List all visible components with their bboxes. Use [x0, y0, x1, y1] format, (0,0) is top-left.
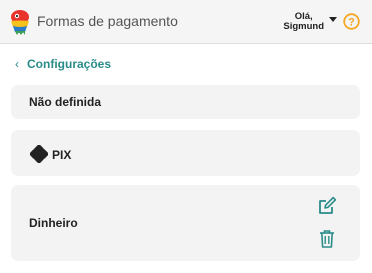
payment-method-label: Dinheiro	[29, 216, 78, 230]
payment-method-card[interactable]: Dinheiro	[11, 185, 360, 261]
question-circle-icon[interactable]: ?	[343, 13, 360, 30]
caret-down-icon[interactable]	[329, 17, 337, 23]
back-link-label: Configurações	[27, 57, 112, 71]
user-greeting[interactable]: Olá, Sigmund	[283, 12, 324, 32]
trash-icon[interactable]	[317, 229, 337, 249]
payment-method-card[interactable]: PIX	[11, 130, 360, 176]
back-link[interactable]: ‹ Configurações	[15, 57, 111, 71]
user-name: Sigmund	[283, 21, 324, 32]
page-title: Formas de pagamento	[37, 13, 178, 29]
top-bar: Formas de pagamento Olá, Sigmund ?	[0, 0, 372, 44]
payment-method-label: PIX	[52, 148, 72, 162]
app-logo-icon	[11, 10, 29, 35]
payment-method-card[interactable]: Não definida	[11, 85, 360, 119]
chevron-left-icon: ‹	[15, 57, 19, 71]
pix-icon	[30, 145, 48, 163]
edit-icon[interactable]	[317, 196, 337, 216]
payment-method-label: Não definida	[29, 95, 102, 109]
svg-text:?: ?	[348, 17, 355, 29]
